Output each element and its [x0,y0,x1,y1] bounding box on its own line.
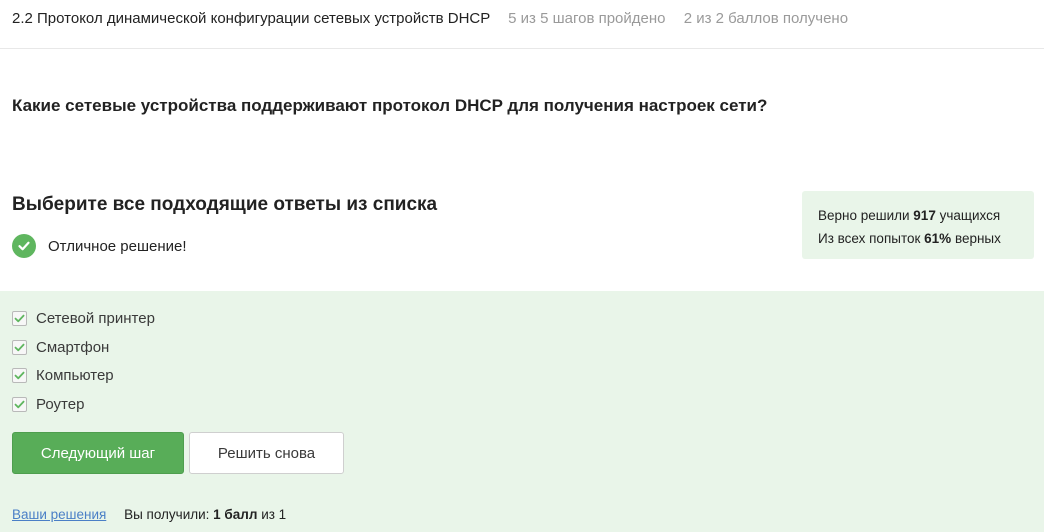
option-label: Роутер [36,395,85,413]
header-row: 2.2 Протокол динамической конфигурации с… [12,10,848,27]
answer-option[interactable]: Сетевой принтер [12,309,155,327]
option-label: Сетевой принтер [36,309,155,327]
answers-area: Сетевой принтер Смартфон Компьютер Роуте… [0,291,1044,532]
option-label: Компьютер [36,366,114,384]
answer-option[interactable]: Смартфон [12,338,109,356]
attempts-stat: Из всех попыток 61% верных [818,227,1034,250]
score-suffix: из 1 [257,507,287,522]
step-header: 2.2 Протокол динамической конфигурации с… [0,0,1044,49]
option-label: Смартфон [36,338,110,356]
checkbox-checked[interactable] [12,310,27,326]
attempts-percent: 61% [924,231,952,246]
score-value: 1 балл [213,507,258,522]
steps-progress: 5 из 5 шагов пройдено [508,10,666,27]
check-circle-icon [12,234,36,258]
your-solutions-link[interactable]: Ваши решения [12,507,106,522]
attempts-prefix: Из всех попыток [818,231,925,246]
lesson-title[interactable]: 2.2 Протокол динамической конфигурации с… [12,10,490,27]
checkbox-checked[interactable] [12,367,27,383]
checkbox-checked[interactable] [12,339,27,355]
feedback-text: Отличное решение! [48,237,187,255]
solved-prefix: Верно решили [818,208,914,223]
score-prefix: Вы получили: [124,507,214,522]
stats-panel: Верно решили 917 учащихся Из всех попыто… [802,191,1034,259]
feedback: Отличное решение! [12,234,187,258]
score-text: Вы получили: 1 балл из 1 [124,507,286,522]
solved-stat: Верно решили 917 учащихся [818,204,1034,227]
answer-option[interactable]: Компьютер [12,366,114,384]
retry-button[interactable]: Решить снова [189,432,344,474]
question-text: Какие сетевые устройства поддерживают пр… [12,96,768,115]
next-step-button[interactable]: Следующий шаг [12,432,184,474]
task-title: Выберите все подходящие ответы из списка [12,194,438,215]
solved-suffix: учащихся [935,208,1001,223]
points-progress: 2 из 2 баллов получено [683,10,849,27]
solved-count: 917 [913,208,936,223]
attempts-suffix: верных [951,231,1001,246]
answer-option[interactable]: Роутер [12,395,84,413]
checkbox-checked[interactable] [12,396,27,412]
footer-row: Ваши решения Вы получили: 1 балл из 1 [12,507,286,522]
